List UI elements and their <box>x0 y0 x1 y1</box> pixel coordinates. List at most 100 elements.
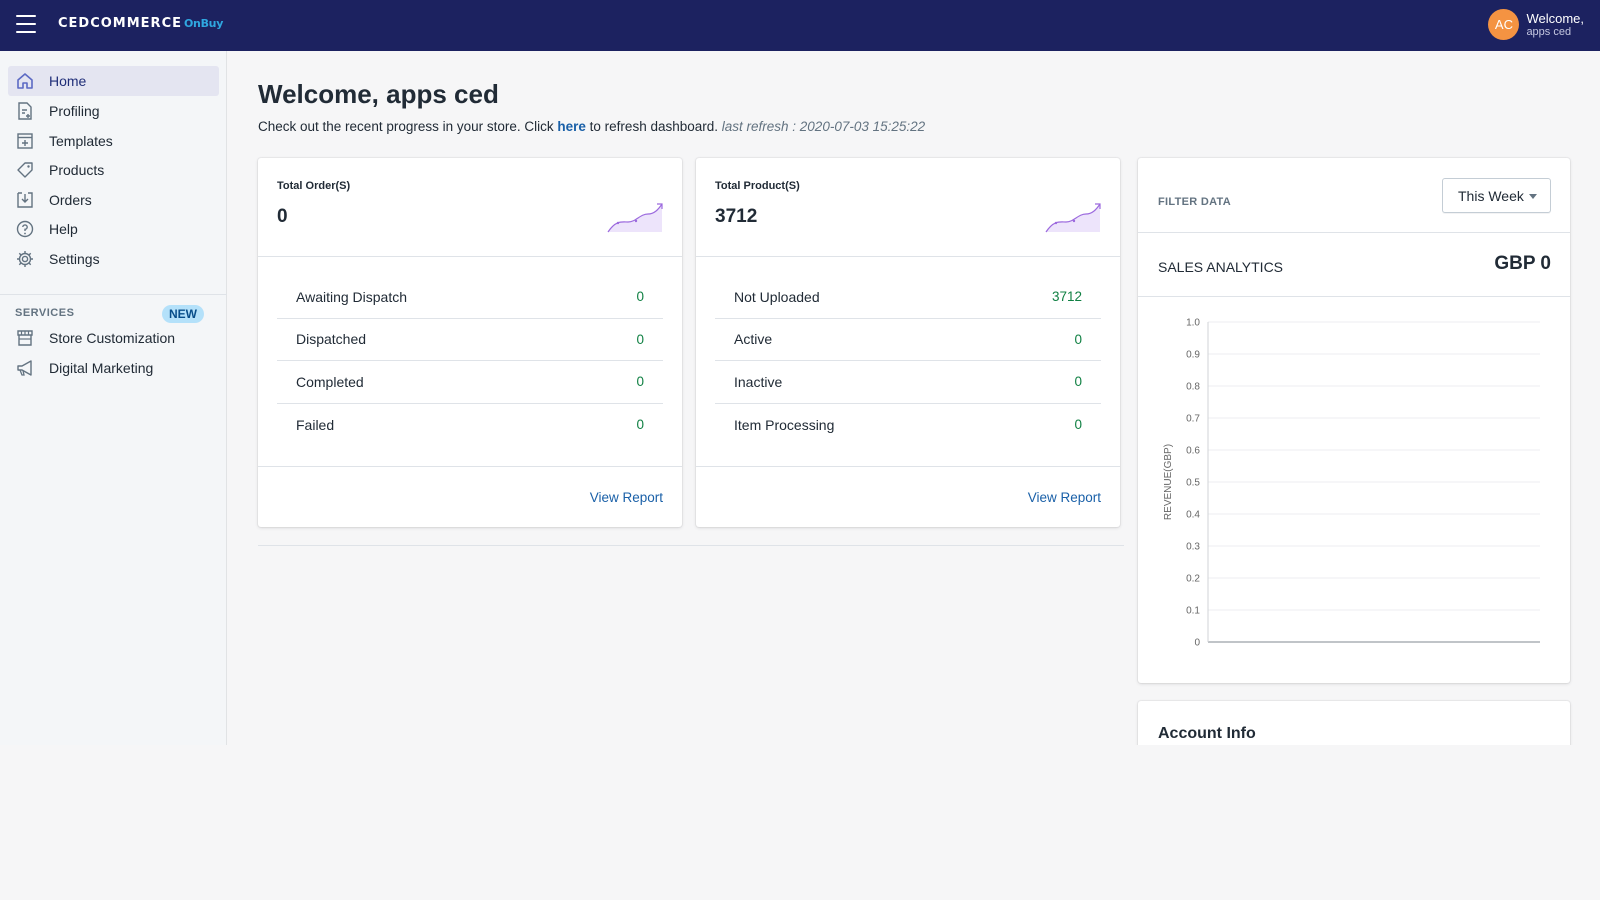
caret-down-icon <box>1529 194 1537 199</box>
main-content: Welcome, apps ced Check out the recent p… <box>227 51 1600 801</box>
row-value: 0 <box>636 331 644 347</box>
help-icon <box>15 219 35 239</box>
logo-sub: OnBuy <box>184 17 224 30</box>
date-filter-select[interactable]: This Week <box>1442 178 1551 213</box>
templates-icon <box>15 131 35 151</box>
list-item: Active 0 <box>715 319 1101 361</box>
orders-view-report-link[interactable]: View Report <box>590 490 663 505</box>
store-icon <box>15 328 35 348</box>
services-heading: SERVICES <box>15 307 75 319</box>
app-logo[interactable]: CEDCOMMERCE OnBuy <box>58 16 223 31</box>
trend-sparkline-icon <box>1045 203 1101 233</box>
gear-icon <box>15 249 35 269</box>
section-divider <box>258 545 1124 546</box>
row-value: 0 <box>1074 417 1082 433</box>
y-tick-label: 0.8 <box>1186 382 1200 393</box>
filter-data-label: FILTER DATA <box>1158 196 1231 208</box>
y-tick-label: 1.0 <box>1186 318 1200 329</box>
row-label: Active <box>734 331 773 348</box>
card-divider <box>258 466 682 467</box>
orders-total-value: 0 <box>277 206 288 227</box>
sidebar-item-label: Profiling <box>49 103 100 119</box>
sales-analytics-card: FILTER DATA This Week SALES ANALYTICS GB… <box>1138 158 1570 683</box>
card-divider <box>1138 232 1570 233</box>
list-item: Dispatched 0 <box>277 319 663 361</box>
sidebar-item-label: Store Customization <box>49 330 176 346</box>
page-title: Welcome, apps ced <box>258 79 499 109</box>
products-card: Total Product(S) 3712 Not Uploaded 3712 … <box>696 158 1120 527</box>
sidebar-divider <box>0 294 227 295</box>
avatar[interactable]: AC <box>1488 9 1520 40</box>
row-label: Item Processing <box>734 416 835 433</box>
sales-total-value: GBP 0 <box>1494 253 1551 274</box>
logo-brand: CEDCOMMERCE <box>58 16 182 31</box>
refresh-link[interactable]: here <box>557 119 586 134</box>
list-item: Item Processing 0 <box>715 404 1101 447</box>
list-item: Failed 0 <box>277 404 663 447</box>
trend-sparkline-icon <box>607 203 663 233</box>
products-view-report-link[interactable]: View Report <box>1028 490 1101 505</box>
user-menu[interactable]: AC Welcome, apps ced <box>1488 9 1584 40</box>
tag-icon <box>15 160 35 180</box>
megaphone-icon <box>15 358 35 378</box>
list-item: Awaiting Dispatch 0 <box>277 276 663 319</box>
row-label: Dispatched <box>296 331 367 348</box>
products-total-value: 3712 <box>715 206 758 227</box>
y-tick-label: 0.1 <box>1186 606 1200 617</box>
products-card-header: Total Product(S) 3712 <box>696 158 1120 257</box>
hamburger-menu-icon[interactable] <box>16 15 36 33</box>
sidebar-item-help[interactable]: Help <box>8 214 219 244</box>
orders-card: Total Order(S) 0 Awaiting Dispatch 0 Dis… <box>258 158 682 527</box>
y-tick-label: 0.6 <box>1186 446 1200 457</box>
sidebar-item-orders[interactable]: Orders <box>8 185 219 215</box>
y-tick-label: 0.4 <box>1186 510 1200 521</box>
account-info-title: Account Info <box>1158 725 1256 742</box>
profiling-icon <box>15 101 35 121</box>
row-value: 0 <box>1074 331 1082 347</box>
products-total-label: Total Product(S) <box>715 180 800 192</box>
welcome-text: Welcome, <box>1526 11 1584 26</box>
list-item: Not Uploaded 3712 <box>715 276 1101 319</box>
user-greeting: Welcome, apps ced <box>1526 11 1584 38</box>
orders-total-label: Total Order(S) <box>277 180 351 192</box>
orders-card-header: Total Order(S) 0 <box>258 158 682 257</box>
y-tick-label: 0.7 <box>1186 414 1200 425</box>
sidebar-item-label: Products <box>49 162 105 178</box>
row-value: 0 <box>636 289 644 305</box>
sidebar-item-templates[interactable]: Templates <box>8 126 219 156</box>
sidebar-item-label: Settings <box>49 251 100 267</box>
sidebar-item-label: Templates <box>49 133 113 149</box>
card-divider <box>696 466 1120 467</box>
row-value: 0 <box>636 417 644 433</box>
y-tick-label: 0.5 <box>1186 478 1200 489</box>
sidebar-item-profiling[interactable]: Profiling <box>8 96 219 126</box>
sidebar: Home Profiling Templates Products Orders… <box>0 51 227 745</box>
y-tick-label: 0 <box>1194 638 1200 649</box>
products-breakdown-list: Not Uploaded 3712 Active 0 Inactive 0 It… <box>715 276 1101 446</box>
sidebar-item-settings[interactable]: Settings <box>8 244 219 274</box>
row-label: Awaiting Dispatch <box>296 288 408 305</box>
top-bar: CEDCOMMERCE OnBuy AC Welcome, apps ced <box>0 0 1600 51</box>
last-refresh-text: last refresh : 2020-07-03 15:25:22 <box>721 119 926 134</box>
revenue-chart: 0 0.1 0.2 0.3 0.4 0.5 0.6 0.7 0.8 0.9 1.0 REVENUE(G… <box>1163 318 1540 649</box>
date-filter-value: This Week <box>1458 187 1524 204</box>
row-value: 3712 <box>1051 289 1082 305</box>
sidebar-item-products[interactable]: Products <box>8 155 219 185</box>
new-badge: NEW <box>162 305 204 323</box>
username-text: apps ced <box>1526 26 1572 38</box>
row-label: Inactive <box>734 373 783 390</box>
page-subtitle: Check out the recent progress in your st… <box>258 119 925 134</box>
sidebar-item-store-customization[interactable]: Store Customization <box>8 323 219 353</box>
row-label: Not Uploaded <box>734 288 820 305</box>
subtitle-text-after: to refresh dashboard. <box>585 119 722 134</box>
sidebar-item-label: Orders <box>49 192 92 208</box>
sidebar-item-home[interactable]: Home <box>8 66 219 96</box>
home-icon <box>15 71 35 91</box>
sales-analytics-label: SALES ANALYTICS <box>1158 259 1284 275</box>
sidebar-item-label: Digital Marketing <box>49 360 154 376</box>
y-tick-label: 0.2 <box>1186 574 1200 585</box>
list-item: Inactive 0 <box>715 361 1101 404</box>
sidebar-item-digital-marketing[interactable]: Digital Marketing <box>8 353 219 383</box>
orders-breakdown-list: Awaiting Dispatch 0 Dispatched 0 Complet… <box>277 276 663 446</box>
row-value: 0 <box>1074 374 1082 390</box>
